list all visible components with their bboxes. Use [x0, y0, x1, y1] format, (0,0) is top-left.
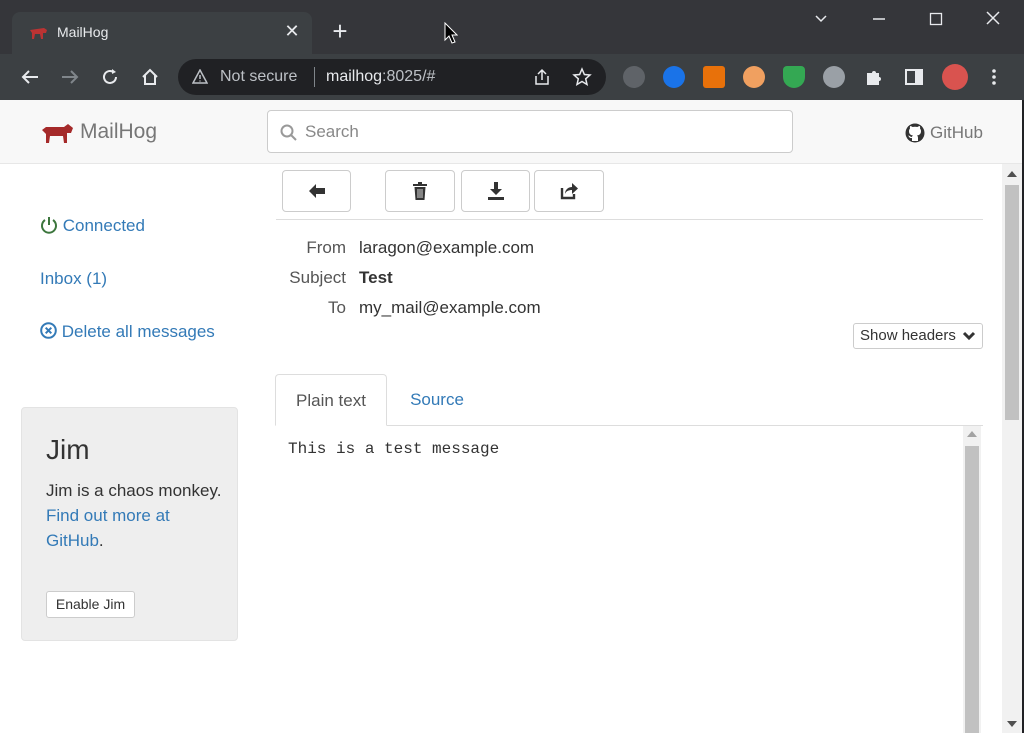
- address-bar[interactable]: Not secure mailhog:8025/#: [178, 59, 606, 95]
- download-button[interactable]: [461, 170, 530, 212]
- enable-jim-button[interactable]: Enable Jim: [46, 591, 135, 618]
- profile-avatar[interactable]: [942, 64, 968, 90]
- github-icon: [905, 123, 925, 143]
- url-host: mailhog: [326, 68, 383, 85]
- jim-title: Jim: [46, 434, 90, 465]
- from-value: laragon@example.com: [359, 238, 535, 257]
- trash-icon: [413, 182, 427, 200]
- extension-globe-icon[interactable]: [663, 66, 685, 88]
- message-body: This is a test message: [288, 440, 500, 458]
- jim-desc-text: Jim is a chaos monkey.: [46, 481, 222, 500]
- home-icon[interactable]: [136, 63, 164, 91]
- connected-status: Connected: [40, 213, 145, 238]
- jim-panel: Jim Jim is a chaos monkey. Find out more…: [21, 407, 238, 641]
- subject-value: Test: [359, 268, 393, 287]
- page-scrollbar[interactable]: [1002, 164, 1022, 733]
- mouse-cursor-icon: [444, 22, 458, 44]
- tab-search-icon[interactable]: [806, 8, 836, 30]
- reload-icon[interactable]: [96, 63, 124, 91]
- search-box[interactable]: [267, 110, 793, 153]
- body-scroll-thumb[interactable]: [965, 446, 979, 733]
- minimize-button[interactable]: [864, 8, 894, 30]
- github-label: GitHub: [930, 123, 983, 142]
- arrow-left-icon: [308, 184, 325, 198]
- show-headers-button[interactable]: Show headers: [853, 323, 983, 349]
- page-content: MailHog GitHub Connected Inbox (1): [0, 100, 1022, 733]
- share-icon[interactable]: [532, 67, 552, 87]
- new-tab-button[interactable]: +: [326, 18, 354, 46]
- browser-toolbar: Not secure mailhog:8025/#: [0, 54, 1024, 100]
- delete-circle-icon: [40, 322, 57, 339]
- page-scroll-down-icon[interactable]: [1007, 721, 1017, 727]
- release-button[interactable]: [534, 170, 604, 212]
- tab-plain-text[interactable]: Plain text: [275, 374, 387, 426]
- browser-tab[interactable]: MailHog ✕: [12, 12, 312, 54]
- search-input[interactable]: [305, 120, 775, 144]
- download-icon: [487, 182, 504, 200]
- toolbar-divider: [276, 219, 983, 220]
- body-scrollbar[interactable]: [963, 426, 981, 733]
- extensions-puzzle-icon[interactable]: [864, 67, 884, 87]
- security-label: Not secure: [220, 68, 298, 85]
- back-arrow-icon[interactable]: [16, 63, 44, 91]
- page-scroll-up-icon[interactable]: [1007, 171, 1017, 177]
- warning-icon: [192, 69, 208, 84]
- inbox-link[interactable]: Inbox (1): [40, 266, 107, 291]
- jim-github-link[interactable]: Find out more at GitHub: [46, 506, 170, 550]
- omnibox-separator: [314, 67, 315, 87]
- delete-all-link[interactable]: Delete all messages: [40, 319, 230, 344]
- jim-description: Jim is a chaos monkey. Find out more at …: [46, 478, 226, 553]
- extension-gear-icon[interactable]: [623, 66, 645, 88]
- tab-source[interactable]: Source: [394, 374, 480, 426]
- side-panel-icon[interactable]: [904, 67, 924, 87]
- to-value: my_mail@example.com: [359, 298, 541, 317]
- chevron-down-icon: [962, 324, 976, 355]
- extension-face-icon[interactable]: [743, 66, 765, 88]
- extension-megaphone-icon[interactable]: [703, 66, 725, 88]
- brand-name: MailHog: [80, 120, 158, 143]
- bookmark-star-icon[interactable]: [572, 67, 592, 87]
- tab-close-icon[interactable]: ✕: [282, 21, 302, 41]
- share-arrow-icon: [560, 183, 578, 200]
- from-label: From: [306, 238, 346, 257]
- subject-label: Subject: [289, 268, 346, 287]
- mailhog-favicon: [30, 28, 47, 39]
- delete-message-button[interactable]: [385, 170, 455, 212]
- forward-arrow-icon[interactable]: [56, 63, 84, 91]
- menu-dots-icon[interactable]: [984, 67, 1004, 87]
- mailhog-logo-icon: [42, 124, 73, 143]
- browser-titlebar: MailHog ✕ +: [0, 0, 1024, 54]
- delete-all-label: Delete all messages: [61, 322, 215, 341]
- to-label: To: [328, 298, 346, 317]
- extension-shield-icon[interactable]: [783, 66, 805, 88]
- url-rest: :8025/#: [382, 68, 436, 85]
- app-navbar: MailHog GitHub: [0, 100, 1022, 164]
- scroll-up-arrow-icon[interactable]: [967, 431, 977, 437]
- jim-desc-suffix: .: [98, 531, 104, 550]
- close-window-button[interactable]: [978, 8, 1008, 30]
- tab-title: MailHog: [57, 24, 109, 40]
- show-headers-label: Show headers: [860, 327, 956, 344]
- connected-label: Connected: [62, 216, 145, 235]
- power-icon: [41, 217, 57, 234]
- url-text: mailhog:8025/#: [326, 68, 435, 86]
- maximize-button[interactable]: [921, 8, 951, 30]
- extension-bowl-icon[interactable]: [823, 66, 845, 88]
- back-button[interactable]: [282, 170, 351, 212]
- page-scroll-thumb[interactable]: [1005, 185, 1019, 420]
- search-icon: [280, 124, 297, 141]
